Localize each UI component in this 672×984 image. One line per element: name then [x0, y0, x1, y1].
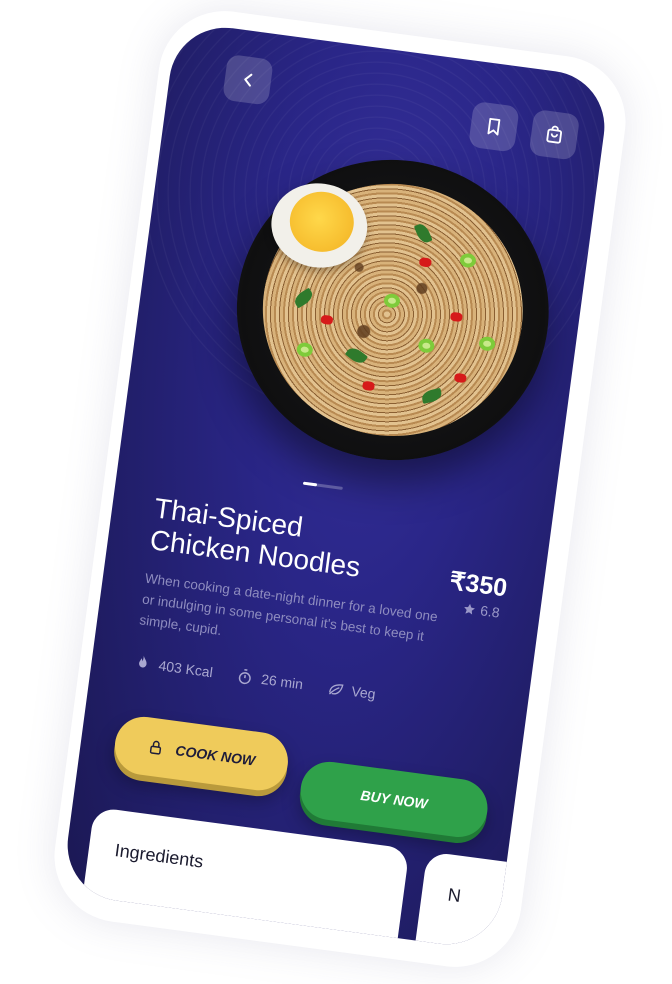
- herb-leaf: [344, 344, 369, 367]
- dish-description: When cooking a date-night dinner for a l…: [138, 570, 439, 644]
- leaf-icon: [328, 684, 344, 695]
- herb-leaf: [413, 221, 433, 245]
- onion-ring: [295, 341, 314, 358]
- dish-rating: 6.8: [461, 600, 501, 621]
- star-icon: [463, 603, 475, 615]
- flame-icon: [139, 655, 147, 668]
- time-stat: 26 min: [235, 667, 304, 694]
- dish-stats: 403 Kcal 26 min Veg: [133, 653, 377, 703]
- diet-value: Veg: [350, 682, 377, 702]
- diet-stat: Veg: [326, 679, 377, 703]
- lock-icon: [149, 740, 162, 755]
- bookmark-icon: [487, 117, 501, 136]
- chili-slice: [320, 314, 334, 326]
- calories-stat: 403 Kcal: [133, 653, 214, 681]
- shopping-bag-icon: [546, 125, 563, 144]
- cart-button[interactable]: [528, 108, 581, 161]
- onion-ring: [417, 337, 436, 354]
- cook-now-button[interactable]: COOK NOW: [111, 713, 292, 794]
- bookmark-button[interactable]: [468, 100, 520, 153]
- chili-slice: [361, 380, 376, 392]
- onion-ring: [478, 335, 496, 352]
- chili-slice: [453, 372, 467, 384]
- herb-leaf: [420, 387, 443, 404]
- chevron-left-icon: [244, 73, 253, 87]
- calories-value: 403 Kcal: [157, 657, 214, 681]
- ingredients-title: Ingredients: [113, 840, 205, 872]
- buy-now-button[interactable]: BUY NOW: [297, 758, 492, 841]
- herb-leaf: [291, 287, 316, 309]
- dish-image: [218, 140, 568, 480]
- onion-ring: [459, 252, 477, 269]
- cook-now-label: COOK NOW: [174, 742, 257, 769]
- rating-value: 6.8: [479, 602, 501, 621]
- time-value: 26 min: [260, 670, 305, 693]
- onion-ring: [383, 292, 401, 309]
- dish-price: ₹350: [447, 567, 509, 603]
- stopwatch-icon: [239, 669, 252, 685]
- next-card-title: N: [446, 884, 463, 907]
- screen: Thai-Spiced Chicken Noodles ₹350 6.8 Whe…: [0, 0, 672, 984]
- chili-slice: [418, 257, 432, 268]
- buy-now-label: BUY NOW: [359, 787, 429, 812]
- back-button[interactable]: [222, 53, 274, 106]
- chili-slice: [449, 311, 463, 323]
- egg-yolk: [286, 187, 358, 256]
- carousel-indicator[interactable]: [302, 481, 343, 490]
- carousel-active-dot: [302, 481, 318, 487]
